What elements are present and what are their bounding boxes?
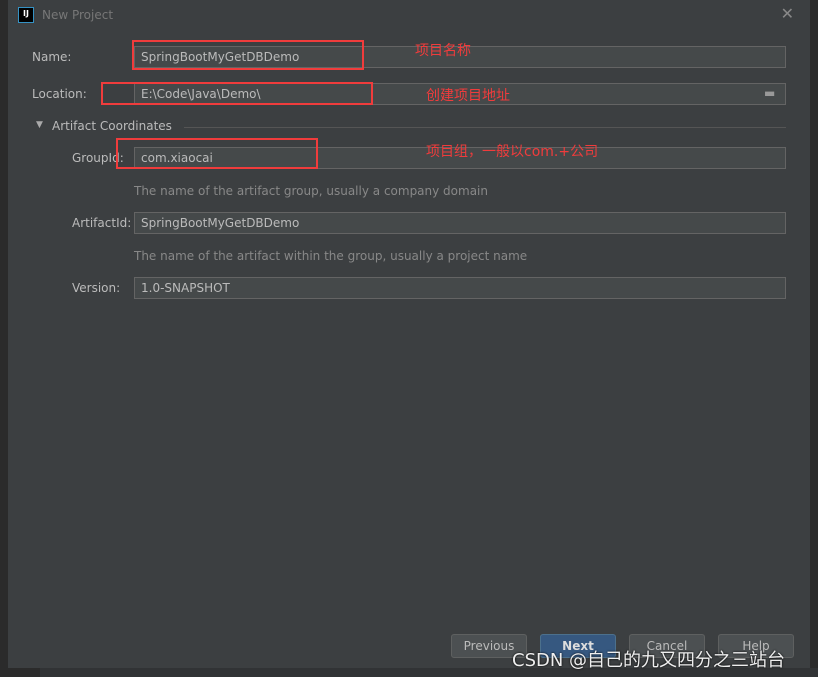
version-label: Version: — [72, 281, 121, 295]
artifactid-input[interactable]: SpringBootMyGetDBDemo — [134, 212, 786, 234]
annotation-box-name — [132, 40, 364, 70]
annotation-box-location — [101, 82, 373, 105]
collapse-triangle-icon[interactable]: ▼ — [36, 120, 43, 130]
folder-icon[interactable]: ▬ — [764, 86, 775, 100]
title-bar: IJ New Project — [18, 6, 113, 24]
artifactid-label: ArtifactId: — [72, 216, 132, 230]
section-divider — [184, 127, 786, 128]
close-icon[interactable]: ✕ — [781, 4, 794, 23]
intellij-logo-icon: IJ — [18, 7, 34, 23]
annotation-name: 项目名称 — [415, 43, 471, 59]
version-input[interactable]: 1.0-SNAPSHOT — [134, 277, 786, 299]
annotation-group: 项目组，一般以com.+公司 — [426, 144, 599, 160]
window-title: New Project — [42, 8, 114, 22]
section-artifact-coordinates[interactable]: Artifact Coordinates — [52, 119, 172, 133]
location-label: Location: — [32, 87, 87, 101]
name-label: Name: — [32, 50, 72, 64]
groupid-hint: The name of the artifact group, usually … — [134, 184, 488, 198]
artifactid-hint: The name of the artifact within the grou… — [134, 249, 528, 263]
annotation-box-group — [116, 138, 318, 169]
watermark: CSDN @自己的九又四分之三站台 — [512, 650, 786, 671]
annotation-location: 创建项目地址 — [426, 88, 510, 104]
